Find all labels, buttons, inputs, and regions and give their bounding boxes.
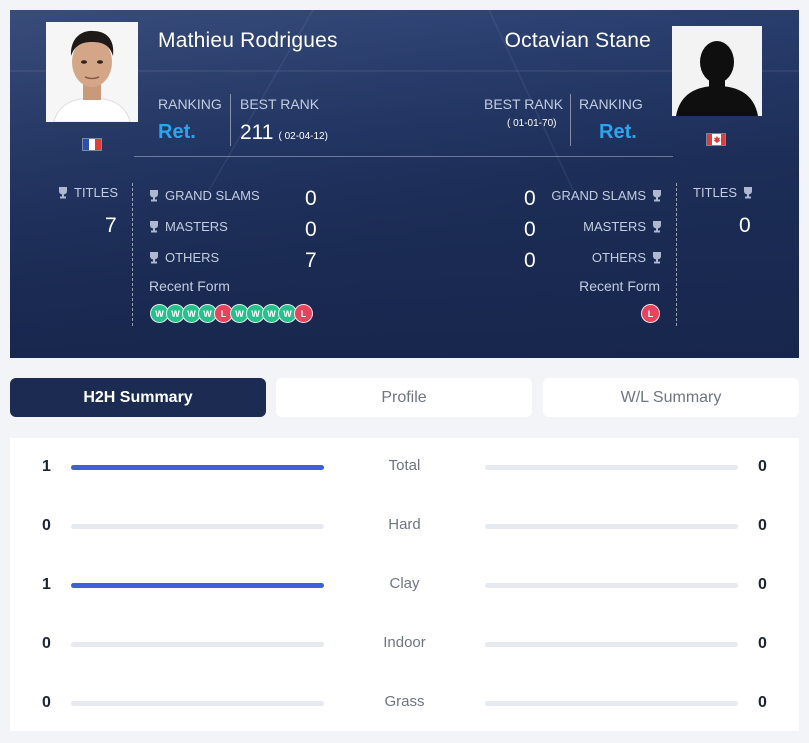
divider: [676, 183, 677, 326]
p1-bar: [71, 465, 324, 470]
h2h-row-hard: 0 Hard 0: [10, 507, 799, 547]
p1-count: 1: [42, 576, 51, 593]
player1-best-rank-date: ( 02-04-12): [278, 131, 328, 142]
h2h-summary-panel: 1 Total 0 0 Hard 0 1 Clay 0 0 Indoor 0 0…: [10, 438, 799, 731]
player1-name[interactable]: Mathieu Rodrigues: [158, 29, 338, 53]
p2-count: 0: [758, 576, 767, 593]
form-loss-badge: L: [641, 304, 660, 323]
trophy-icon: [150, 220, 158, 232]
p1-bar-fill: [71, 583, 324, 588]
category-label: Indoor: [383, 634, 426, 651]
trophy-icon: [653, 251, 661, 263]
divider: [132, 183, 133, 326]
p1-count: 0: [42, 694, 51, 711]
h2h-row-clay: 1 Clay 0: [10, 566, 799, 606]
h2h-row-total: 1 Total 0: [10, 448, 799, 488]
player1-best-rank: 211 ( 02-04-12): [240, 121, 328, 145]
player2-best-rank-date: ( 01-01-70): [507, 118, 557, 129]
player2-ranking-value: Ret.: [599, 121, 637, 143]
header-divider: [134, 156, 673, 157]
p2-count: 0: [758, 458, 767, 475]
category-label: Total: [388, 457, 421, 474]
player2-stat-grand-slams: 0 GRAND SLAMS: [522, 180, 662, 211]
stat-value: 0: [524, 249, 536, 272]
p2-bar: [485, 524, 738, 529]
stat-value: 7: [305, 249, 317, 272]
divider: [230, 94, 231, 146]
p1-bar-fill: [71, 465, 324, 470]
trophy-icon: [59, 186, 67, 198]
stat-label: MASTERS: [583, 219, 646, 234]
stat-label: GRAND SLAMS: [551, 188, 646, 203]
p2-bar: [485, 583, 738, 588]
form-loss-badge: L: [294, 304, 313, 323]
player1-ranking-label: RANKING: [158, 96, 222, 112]
divider: [570, 94, 571, 146]
category-label: Grass: [384, 693, 425, 710]
player1-best-rank-value: 211: [240, 121, 274, 144]
player2-titles-value: 0: [739, 214, 751, 237]
player2-stat-others: 0 OTHERS: [522, 242, 662, 273]
p1-bar: [71, 642, 324, 647]
player1-best-rank-label: BEST RANK: [240, 96, 320, 112]
player1-ranking-value: Ret.: [158, 121, 196, 143]
stat-label: MASTERS: [165, 219, 228, 234]
player1-stat-masters: MASTERS 0: [149, 211, 319, 242]
france-flag-icon: [82, 138, 102, 151]
silhouette-icon: [672, 26, 762, 116]
p1-bar: [71, 701, 324, 706]
player2-stats: 0 GRAND SLAMS 0 MASTERS 0 OTHERS: [522, 180, 662, 273]
player1-stats: GRAND SLAMS 0 MASTERS 0 OTHERS 7: [149, 180, 319, 273]
trophy-icon: [653, 189, 661, 201]
player1-recent-form: WWWWLWWWWL: [150, 304, 313, 323]
p1-count: 1: [42, 458, 51, 475]
category-label: Clay: [389, 575, 420, 592]
tab-h2h-summary[interactable]: H2H Summary: [10, 378, 266, 417]
p1-bar: [71, 524, 324, 529]
player1-titles-value: 7: [105, 214, 117, 237]
h2h-row-indoor: 0 Indoor 0: [10, 625, 799, 665]
canada-flag-icon: [706, 133, 726, 146]
player1-stat-grand-slams: GRAND SLAMS 0: [149, 180, 319, 211]
stat-label: OTHERS: [591, 250, 646, 265]
p1-count: 0: [42, 635, 51, 652]
player2-best-rank-label: BEST RANK: [484, 96, 564, 112]
stat-value: 0: [305, 187, 317, 210]
p2-bar: [485, 701, 738, 706]
player2-photo: [672, 26, 762, 116]
stat-label: OTHERS: [165, 250, 220, 265]
player2-stat-masters: 0 MASTERS: [522, 211, 662, 242]
stat-value: 0: [305, 218, 317, 241]
player1-titles-label: TITLES: [58, 185, 118, 200]
tab-profile[interactable]: Profile: [276, 378, 532, 417]
category-label: Hard: [388, 516, 421, 533]
player2-titles-label: TITLES: [693, 185, 753, 200]
player1-recent-form-label: Recent Form: [149, 278, 230, 294]
tab-wl-summary[interactable]: W/L Summary: [543, 378, 799, 417]
player-comparison-header: Mathieu Rodrigues Octavian Stane RANKING…: [10, 10, 799, 358]
trophy-icon: [150, 251, 158, 263]
p2-count: 0: [758, 694, 767, 711]
p2-bar: [485, 465, 738, 470]
titles-label-text: TITLES: [693, 185, 738, 200]
stat-label: GRAND SLAMS: [165, 188, 260, 203]
player1-photo: [46, 22, 138, 123]
player2-recent-form-label: Recent Form: [579, 278, 660, 294]
p2-count: 0: [758, 635, 767, 652]
trophy-icon: [150, 189, 158, 201]
stat-value: 0: [524, 187, 536, 210]
player2-name[interactable]: Octavian Stane: [505, 29, 651, 53]
h2h-row-grass: 0 Grass 0: [10, 684, 799, 724]
p1-count: 0: [42, 517, 51, 534]
p1-bar: [71, 583, 324, 588]
p2-bar: [485, 642, 738, 647]
player2-recent-form: L: [641, 304, 660, 323]
stat-value: 0: [524, 218, 536, 241]
trophy-icon: [653, 220, 661, 232]
player1-stat-others: OTHERS 7: [149, 242, 319, 273]
p2-count: 0: [758, 517, 767, 534]
titles-label-text: TITLES: [74, 185, 119, 200]
trophy-icon: [744, 186, 753, 198]
player2-ranking-label: RANKING: [579, 96, 643, 112]
